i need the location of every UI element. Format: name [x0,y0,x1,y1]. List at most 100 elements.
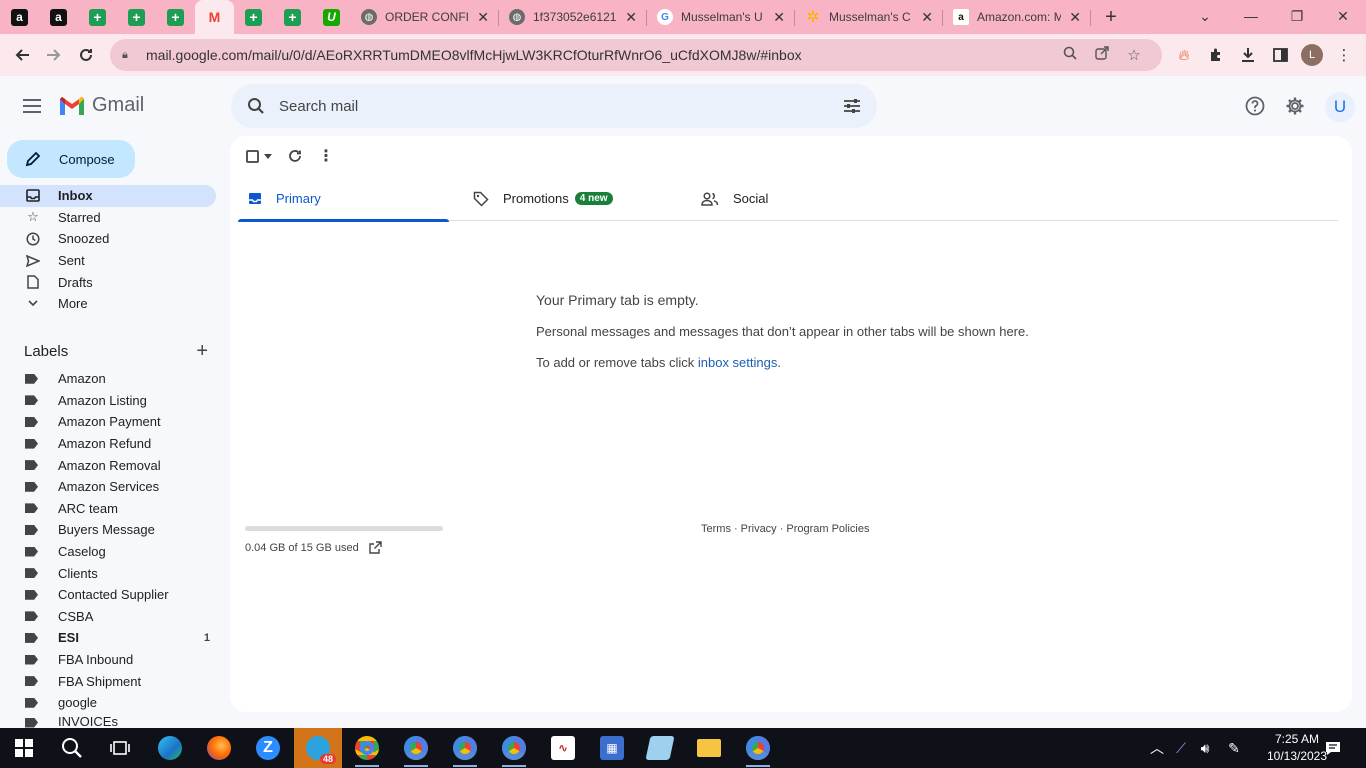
label-item[interactable]: ARC team [0,498,216,520]
nav-item-sent[interactable]: Sent [0,250,216,272]
label-item[interactable]: Amazon Services [0,476,216,498]
privacy-link[interactable]: Privacy [741,523,777,535]
open-external-icon[interactable] [369,541,382,554]
pinned-tab-sheets[interactable]: + [273,0,312,34]
app-taskbar-icon[interactable]: ∿ [539,728,587,768]
firefox-taskbar-icon[interactable] [195,728,243,768]
program-policies-link[interactable]: Program Policies [786,523,869,535]
minimize-icon[interactable]: — [1236,0,1266,32]
browser-menu-icon[interactable]: ⋮ [1331,42,1357,68]
terms-link[interactable]: Terms [701,523,731,535]
label-item[interactable]: CSBA [0,606,216,628]
label-item[interactable]: Contacted Supplier [0,584,216,606]
calculator-taskbar-icon[interactable]: ▦ [588,728,636,768]
zoom-taskbar-icon[interactable]: Z [244,728,292,768]
pinned-tab-sheets[interactable]: + [156,0,195,34]
label-item[interactable]: Clients [0,562,216,584]
search-options-icon[interactable] [843,98,861,114]
label-item[interactable]: google [0,692,216,714]
label-item[interactable]: ESI 1 [0,627,216,649]
pinned-tab-amazon[interactable]: a [0,0,39,34]
nav-item-inbox[interactable]: Inbox [0,185,216,207]
tab-social[interactable]: Social [691,176,902,221]
close-icon[interactable]: ✕ [773,9,785,26]
address-bar[interactable]: 🔒︎ mail.google.com/mail/u/0/d/AEoRXRRTum… [110,39,1162,71]
label-item[interactable]: Buyers Message [0,519,216,541]
chrome-taskbar-icon[interactable] [490,728,538,768]
label-item[interactable]: Caselog [0,541,216,563]
search-icon[interactable] [247,97,265,115]
pinned-tab-sheets[interactable]: + [78,0,117,34]
back-button[interactable] [6,39,38,71]
gmail-logo[interactable]: Gmail [58,94,144,117]
pinned-tab-amazon[interactable]: a [39,0,78,34]
label-item[interactable]: Amazon Payment [0,411,216,433]
chrome-taskbar-icon[interactable] [441,728,489,768]
telegram-taskbar-icon[interactable]: 48 [294,728,342,768]
inbox-settings-link[interactable]: inbox settings [698,355,778,370]
file-explorer-taskbar-icon[interactable] [685,728,733,768]
nav-item-snoozed[interactable]: Snoozed [0,228,216,250]
close-window-icon[interactable]: ✕ [1328,0,1358,32]
help-icon[interactable] [1241,92,1269,120]
reload-button[interactable] [70,39,102,71]
pinned-tab-gmail[interactable]: M [195,0,234,34]
close-icon[interactable]: ✕ [1069,9,1081,26]
label-item[interactable]: Amazon [0,368,216,390]
chrome-taskbar-icon[interactable] [392,728,440,768]
label-item[interactable]: FBA Inbound [0,649,216,671]
account-avatar[interactable]: U [1325,92,1355,122]
zoom-icon[interactable] [1054,46,1086,64]
edge-taskbar-icon[interactable] [146,728,194,768]
chrome-taskbar-icon[interactable] [734,728,782,768]
main-menu-icon[interactable] [18,92,46,120]
feather-tray-icon[interactable]: ⟋ [1170,728,1192,768]
label-item[interactable]: Amazon Removal [0,454,216,476]
label-item[interactable]: Amazon Listing [0,390,216,412]
select-all-checkbox[interactable] [246,149,272,163]
refresh-icon[interactable] [288,149,302,163]
restore-icon[interactable]: ❐ [1282,0,1312,32]
windows-start-button[interactable] [0,728,48,768]
task-view-button[interactable] [96,728,144,768]
forward-button[interactable] [38,39,70,71]
tab-primary[interactable]: Primary [238,176,449,222]
close-icon[interactable]: ✕ [625,9,637,26]
browser-tab[interactable]: ◍ 1f373052e6121 ✕ [499,0,647,34]
profile-avatar[interactable]: L [1299,42,1325,68]
show-hidden-icons-button[interactable]: ︿ [1146,728,1168,768]
search-bar[interactable] [231,84,877,128]
add-label-icon[interactable]: + [196,340,208,363]
chrome-taskbar-icon[interactable] [343,728,391,768]
close-icon[interactable]: ✕ [921,9,933,26]
pen-tray-icon[interactable]: ✎ [1222,728,1246,768]
label-item[interactable]: FBA Shipment [0,670,216,692]
tab-promotions[interactable]: Promotions 4 new [463,176,674,221]
extensions-puzzle-icon[interactable] [1203,42,1229,68]
volume-icon[interactable]: 🔊︎ [1194,728,1216,768]
nav-item-drafts[interactable]: Drafts [0,271,216,293]
side-panel-icon[interactable] [1267,42,1293,68]
settings-gear-icon[interactable] [1281,92,1309,120]
notifications-icon[interactable] [1318,728,1348,768]
close-icon[interactable]: ✕ [477,9,489,26]
browser-tab[interactable]: ✲ Musselman's C ✕ [795,0,943,34]
search-input[interactable] [279,97,843,115]
notepad-taskbar-icon[interactable] [636,728,684,768]
more-options-icon[interactable]: ⋮ [318,146,334,166]
browser-tab[interactable]: ◍ ORDER CONFIR ✕ [351,0,499,34]
pinned-tab-upwork[interactable]: U [312,0,351,34]
compose-button[interactable]: Compose [7,140,135,178]
share-icon[interactable] [1086,46,1118,64]
browser-tab[interactable]: G Musselman's U ✕ [647,0,795,34]
nav-item-more[interactable]: More [0,293,216,315]
nav-item-starred[interactable]: ☆ Starred [0,207,216,229]
new-tab-button[interactable]: + [1091,0,1131,34]
download-icon[interactable] [1235,42,1261,68]
label-item[interactable]: INVOICEs [0,714,216,728]
pinned-tab-sheets[interactable]: + [234,0,273,34]
bookmark-star-icon[interactable]: ☆ [1118,46,1150,64]
lock-icon[interactable]: 🔒︎ [122,49,136,62]
label-item[interactable]: Amazon Refund [0,433,216,455]
search-taskbar-button[interactable] [48,728,96,768]
